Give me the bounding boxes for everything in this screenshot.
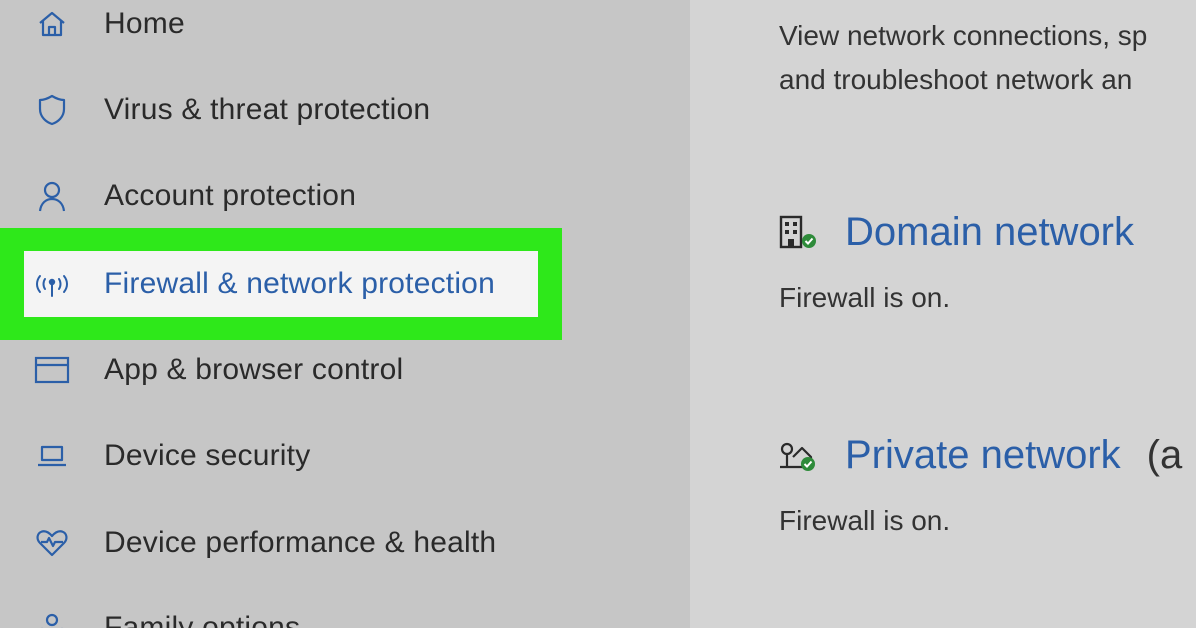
private-network-status: Firewall is on.	[779, 505, 951, 536]
app-window-icon	[32, 350, 72, 390]
private-network-link[interactable]: Private network (a	[845, 433, 1182, 478]
private-network-title[interactable]: Private network	[845, 433, 1121, 477]
private-network-icon	[778, 437, 822, 477]
person-icon	[32, 176, 72, 216]
domain-network-icon	[778, 213, 822, 253]
sidebar-item-account-protection[interactable]: Account protection	[0, 166, 690, 226]
sidebar-item-device-performance-health[interactable]: Device performance & health	[0, 513, 690, 573]
private-network-active-label: (a	[1146, 433, 1183, 477]
sidebar-item-label: Family options	[104, 611, 301, 628]
sidebar-item-label: Virus & threat protection	[104, 93, 431, 126]
windows-security-window: Home Virus & threat protection Account p…	[0, 0, 1196, 628]
sidebar-item-family-options[interactable]: Family options	[0, 598, 690, 628]
sidebar-item-label: Device security	[104, 439, 311, 472]
sidebar-item-label: App & browser control	[104, 353, 404, 386]
domain-network-title[interactable]: Domain network	[845, 210, 1134, 254]
sidebar-item-home[interactable]: Home	[0, 0, 690, 54]
domain-network-link[interactable]: Domain network	[845, 210, 1134, 255]
sidebar-item-label: Device performance & health	[104, 526, 497, 559]
heart-icon	[32, 523, 72, 563]
family-icon	[32, 608, 72, 628]
sidebar-item-label: Home	[104, 7, 185, 40]
laptop-icon	[32, 436, 72, 476]
page-description-line-2: and troubleshoot network an	[779, 64, 1133, 95]
shield-icon	[32, 90, 72, 130]
sidebar-item-device-security[interactable]: Device security	[0, 426, 690, 486]
sidebar-item-app-browser-control[interactable]: App & browser control	[0, 340, 690, 400]
page-description-line-1: View network connections, sp	[779, 20, 1148, 51]
home-icon	[32, 4, 72, 44]
sidebar-item-firewall-network-protection[interactable]: Firewall & network protection	[0, 254, 690, 314]
sidebar-item-label: Account protection	[104, 179, 357, 212]
main-content: View network connections, sp and trouble…	[690, 0, 1196, 628]
domain-network-status: Firewall is on.	[779, 282, 951, 313]
page-description: View network connections, sp and trouble…	[779, 14, 1147, 102]
sidebar-item-virus-threat-protection[interactable]: Virus & threat protection	[0, 80, 690, 140]
wireless-antenna-icon	[32, 264, 72, 304]
sidebar-item-label: Firewall & network protection	[104, 267, 495, 300]
sidebar-nav: Home Virus & threat protection Account p…	[0, 0, 690, 628]
